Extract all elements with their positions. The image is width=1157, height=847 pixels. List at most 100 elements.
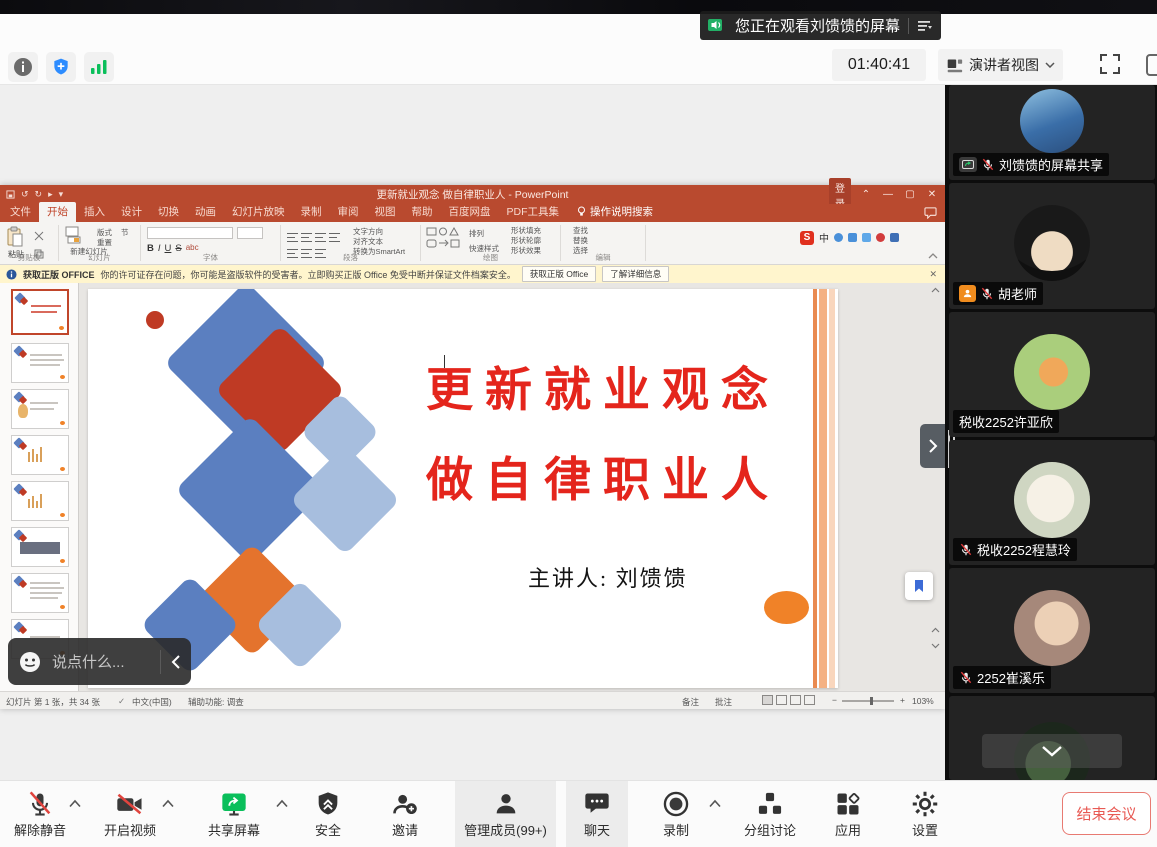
unmute-button[interactable]: 解除静音	[0, 787, 80, 843]
tab-file[interactable]: 文件	[2, 202, 39, 222]
tab-animations[interactable]: 动画	[187, 202, 224, 222]
sidebar-collapse-tab[interactable]	[920, 424, 945, 468]
arrange-button[interactable]: 排列	[469, 229, 484, 238]
replace-button[interactable]: 替换	[573, 236, 588, 245]
comments-toggle[interactable]: 批注	[715, 696, 732, 708]
breakout-rooms-button[interactable]: 分组讨论	[730, 787, 810, 843]
scroll-up-icon[interactable]	[931, 287, 940, 293]
video-options-chevron[interactable]	[161, 799, 175, 808]
reset-button[interactable]: 重置	[97, 238, 112, 247]
align-text-button[interactable]: 对齐文本	[353, 237, 383, 246]
start-video-button[interactable]: 开启视频	[90, 787, 170, 843]
shapes-gallery-icon[interactable]	[426, 227, 464, 251]
slide-thumbnail-3[interactable]	[11, 389, 69, 429]
partial-window-icon[interactable]	[1146, 54, 1157, 76]
participant-tile-3[interactable]: 税收2252许亚欣	[949, 312, 1155, 437]
tell-me-search[interactable]: 操作说明搜索	[577, 204, 653, 222]
tab-home[interactable]: 开始	[39, 202, 76, 222]
annotation-bookmark-button[interactable]	[905, 572, 933, 600]
chat-input-placeholder[interactable]: 说点什么...	[52, 651, 150, 672]
record-button[interactable]: 录制	[636, 787, 716, 843]
participant-tile-sharing[interactable]: 刘馈馈的屏幕共享	[949, 85, 1155, 180]
font-size-box[interactable]	[237, 227, 263, 239]
notice-close-icon[interactable]: ✕	[929, 269, 937, 280]
settings-button[interactable]: 设置	[885, 787, 965, 843]
sogou-input-toolbar[interactable]: S 中	[800, 230, 899, 245]
tab-view[interactable]: 视图	[367, 202, 404, 222]
input-tool-icon-2[interactable]	[848, 233, 857, 242]
chat-button[interactable]: 聊天	[566, 787, 628, 843]
zoom-out-icon[interactable]: −	[832, 695, 837, 705]
input-tool-icon-3[interactable]	[862, 233, 871, 242]
slide-thumbnail-6[interactable]	[11, 527, 69, 567]
banner-menu-icon[interactable]	[917, 19, 933, 33]
slide-thumbnail-1[interactable]	[11, 289, 69, 335]
input-tool-icon-1[interactable]	[834, 233, 843, 242]
input-tool-icon-5[interactable]	[890, 233, 899, 242]
slide-thumbnail-4[interactable]	[11, 435, 69, 475]
security-button[interactable]: 安全	[288, 787, 368, 843]
comments-icon[interactable]	[924, 207, 937, 219]
record-options-chevron[interactable]	[708, 799, 722, 808]
slide-thumbnail-7[interactable]	[11, 573, 69, 613]
tab-help[interactable]: 帮助	[404, 202, 441, 222]
next-slide-icon[interactable]	[931, 643, 940, 649]
chevron-left-icon[interactable]	[171, 654, 181, 670]
security-shield-button[interactable]	[46, 52, 76, 82]
slide-thumbnail-panel[interactable]	[0, 283, 79, 691]
network-status-button[interactable]	[84, 52, 114, 82]
spellcheck-icon[interactable]: ✓	[118, 696, 125, 707]
participant-tile-5[interactable]: 2252崔溪乐	[949, 568, 1155, 693]
emoji-smiley-icon[interactable]	[18, 650, 42, 674]
share-options-chevron[interactable]	[275, 799, 289, 808]
close-icon[interactable]: ✕	[921, 189, 943, 200]
participant-tile-6-partial[interactable]	[949, 696, 1155, 780]
end-meeting-button[interactable]: 结束会议	[1062, 792, 1151, 835]
shape-outline-button[interactable]: 形状轮廓	[511, 236, 541, 245]
text-direction-button[interactable]: 文字方向	[353, 227, 383, 236]
tab-review[interactable]: 审阅	[330, 202, 367, 222]
find-button[interactable]: 查找	[573, 226, 588, 235]
font-name-box[interactable]	[147, 227, 233, 239]
tab-transitions[interactable]: 切换	[150, 202, 187, 222]
ribbon-options-icon[interactable]: ⌃	[855, 189, 877, 200]
participant-tile-4[interactable]: 税收2252程慧玲	[949, 440, 1155, 565]
apps-button[interactable]: 应用	[808, 787, 888, 843]
manage-members-button[interactable]: 管理成员(99+)	[455, 787, 556, 843]
participant-tile-host[interactable]: 胡老师	[949, 183, 1155, 309]
accessibility-status[interactable]: 辅助功能: 调查	[188, 696, 244, 708]
zoom-level[interactable]: 103%	[912, 696, 934, 706]
quick-chat-bubble[interactable]: 说点什么...	[8, 638, 191, 685]
language-indicator[interactable]: 中文(中国)	[132, 696, 172, 708]
get-genuine-office-button[interactable]: 获取正版 Office	[522, 266, 596, 282]
paste-icon[interactable]	[6, 226, 24, 248]
scroll-more-participants-button[interactable]	[982, 734, 1122, 768]
section-button[interactable]: 节	[121, 228, 129, 237]
shape-fill-button[interactable]: 形状填充	[511, 226, 541, 235]
tab-design[interactable]: 设计	[113, 202, 150, 222]
ribbon-collapse-icon[interactable]	[928, 252, 938, 259]
layout-button[interactable]: 版式	[97, 228, 112, 237]
tab-pdf-tools[interactable]: PDF工具集	[499, 202, 568, 222]
slide-canvas[interactable]: 更新就业观念 做自律职业人 主讲人: 刘馈馈	[88, 289, 838, 688]
invite-button[interactable]: 邀请	[365, 787, 445, 843]
tab-baidu-netdisk[interactable]: 百度网盘	[441, 202, 499, 222]
previous-slide-icon[interactable]	[931, 627, 940, 633]
minimize-icon[interactable]: —	[877, 189, 899, 200]
fullscreen-icon[interactable]	[1098, 52, 1122, 76]
zoom-slider[interactable]	[842, 700, 894, 702]
tab-insert[interactable]: 插入	[76, 202, 113, 222]
meeting-info-button[interactable]	[8, 52, 38, 82]
tab-slideshow[interactable]: 幻灯片放映	[224, 202, 293, 222]
notes-toggle[interactable]: 备注	[682, 696, 699, 708]
share-screen-button[interactable]: 共享屏幕	[194, 787, 274, 843]
slide-thumbnail-5[interactable]	[11, 481, 69, 521]
mic-options-chevron[interactable]	[68, 799, 82, 808]
tab-record[interactable]: 录制	[293, 202, 330, 222]
zoom-in-icon[interactable]: +	[900, 695, 905, 705]
slide-thumbnail-2[interactable]	[11, 343, 69, 383]
new-slide-icon[interactable]	[65, 226, 81, 244]
view-buttons[interactable]	[762, 695, 818, 707]
view-layout-switcher[interactable]: 演讲者视图	[938, 49, 1063, 81]
input-tool-icon-4[interactable]	[876, 233, 885, 242]
